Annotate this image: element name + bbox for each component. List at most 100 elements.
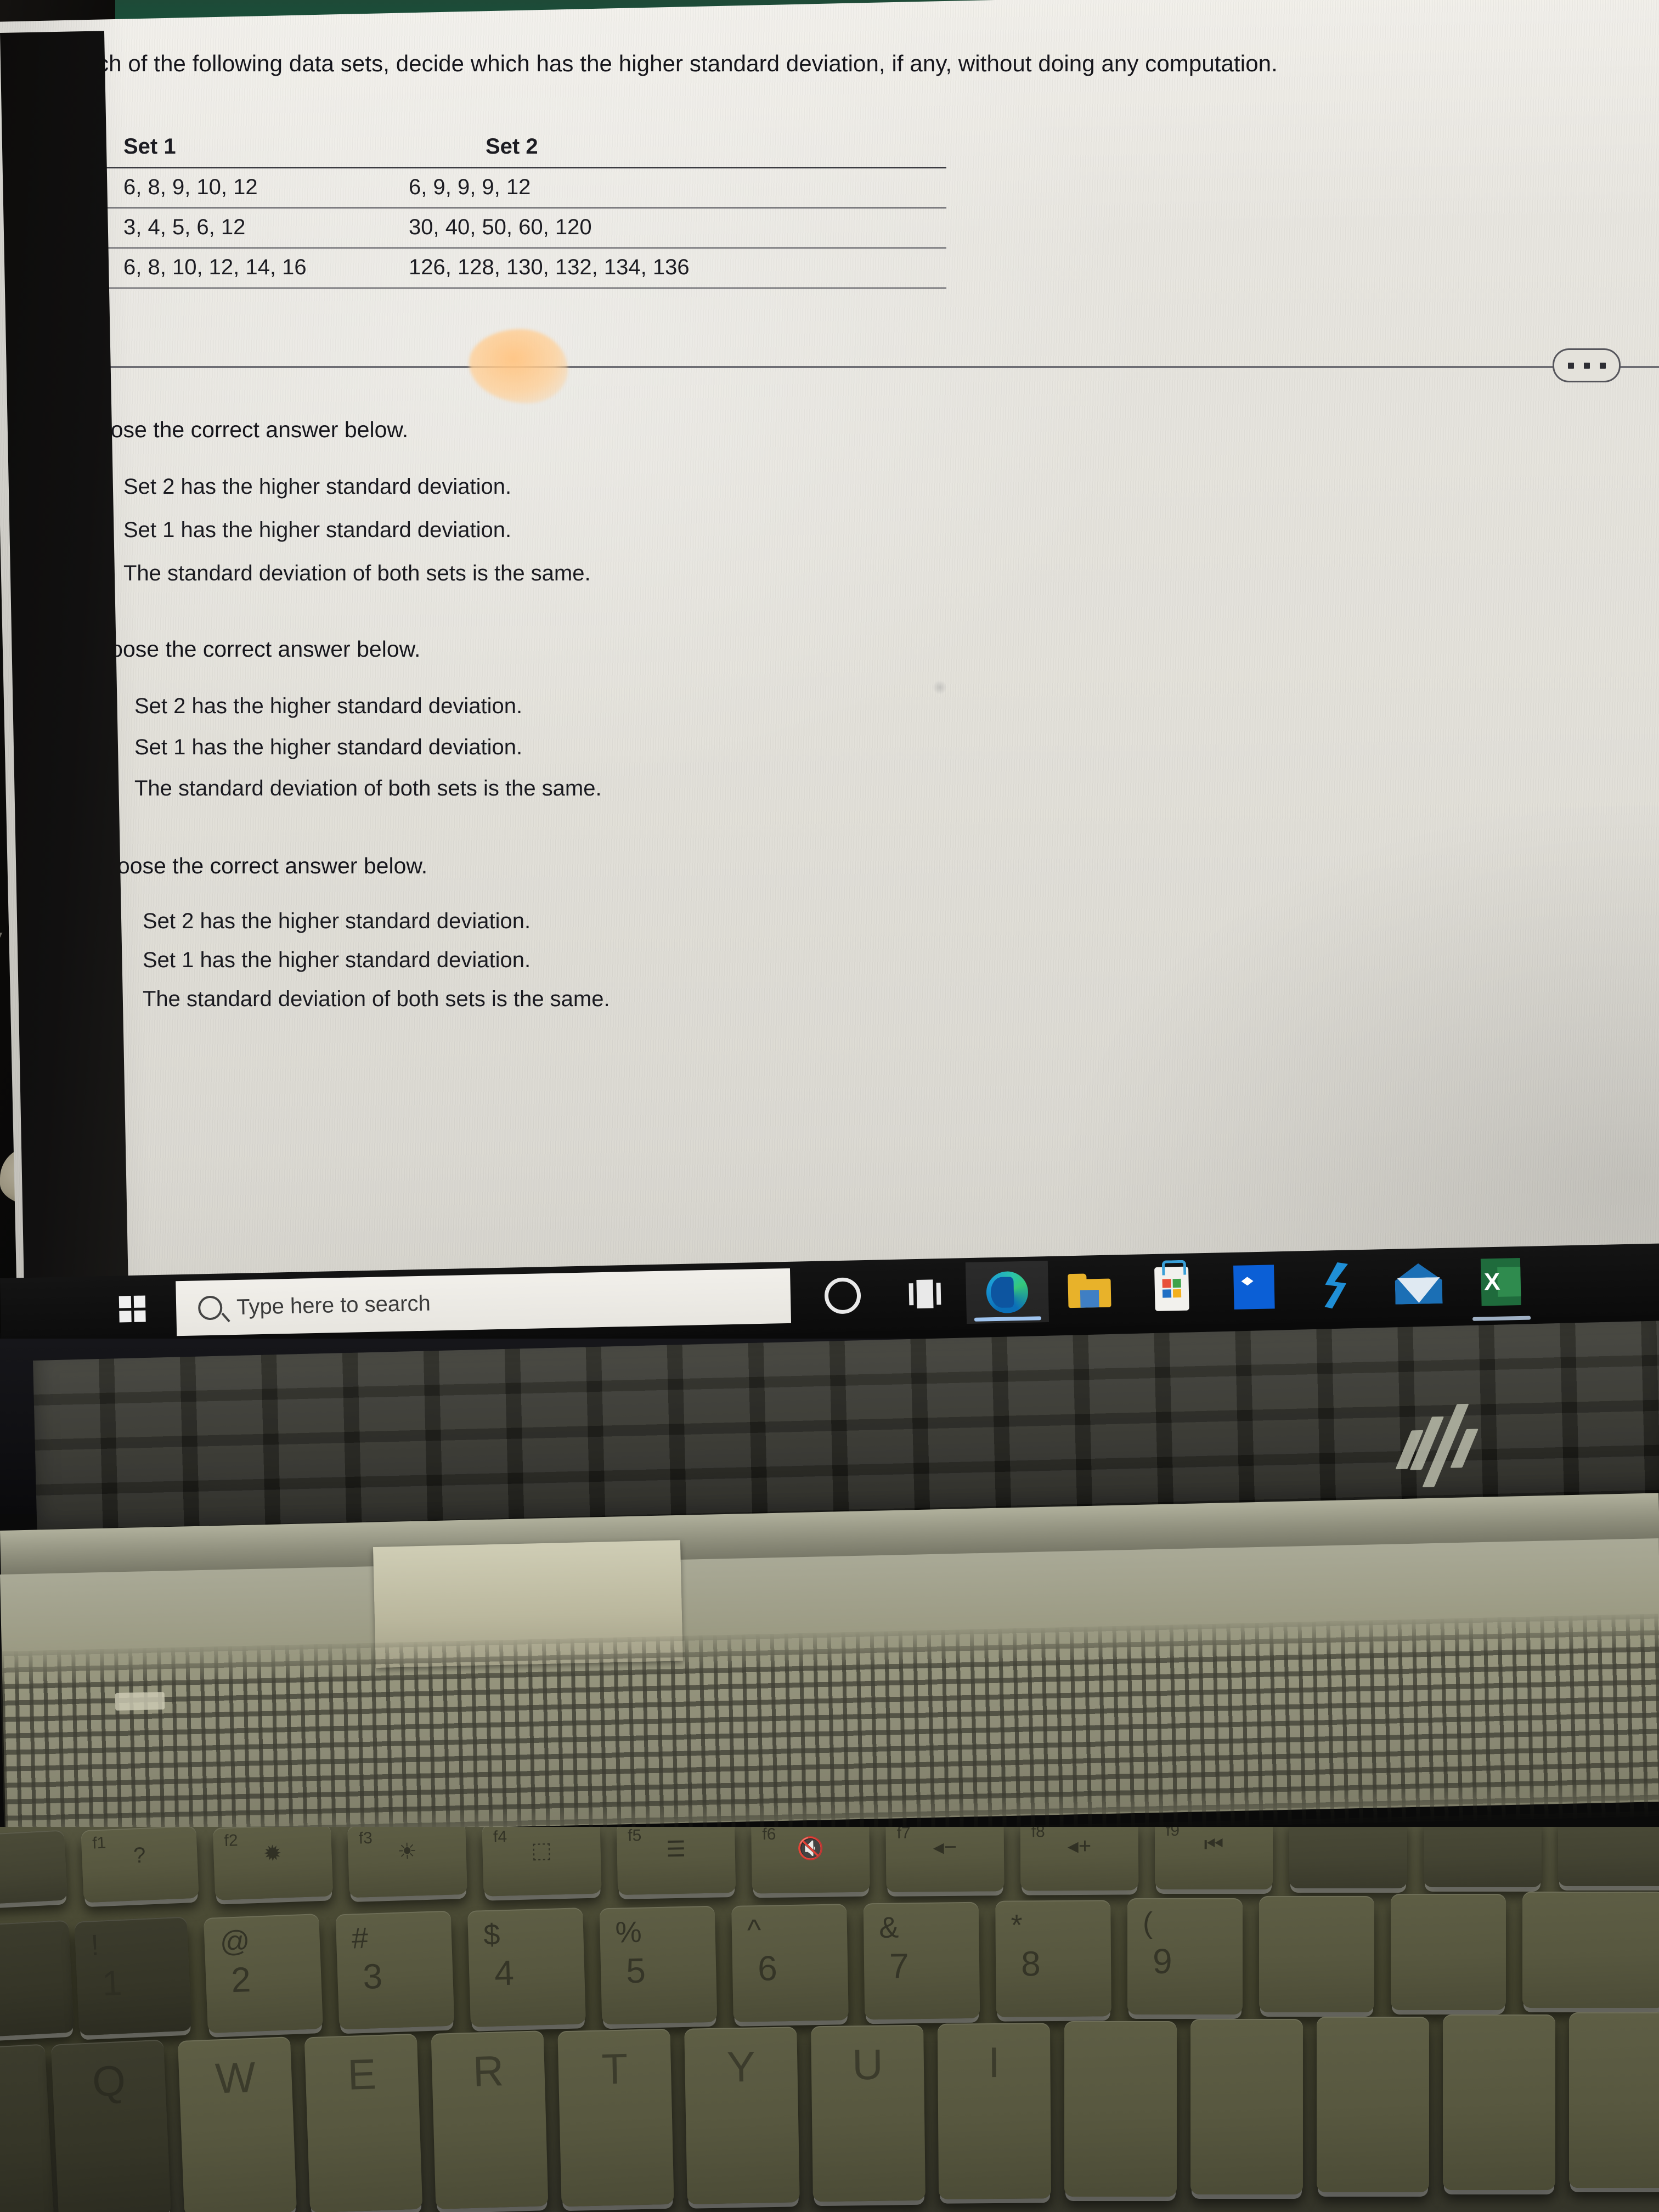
part-a-heading: (a) Choose the correct answer below. [36, 417, 1297, 443]
key-1[interactable]: ! 1 [74, 1916, 192, 2036]
option-b-a[interactable]: A. Set 2 has the higher standard deviati… [58, 694, 1308, 720]
key-u[interactable]: U [811, 2024, 926, 2202]
key-t[interactable]: T [557, 2028, 674, 2207]
microsoft-edge-button[interactable] [965, 1260, 1049, 1324]
key-bracket-right[interactable] [1443, 2015, 1555, 2190]
key-r[interactable]: R [431, 2030, 549, 2209]
key-9-upper: ( [1143, 1906, 1153, 1939]
cortana-button[interactable] [801, 1264, 884, 1327]
search-icon [198, 1295, 223, 1321]
part-c-text: Choose the correct answer below. [82, 853, 428, 878]
key-minus[interactable] [1391, 1894, 1506, 2010]
key-8[interactable]: * 8 [995, 1900, 1111, 2017]
laptop-keyboard: f1 ? f2 ✹ f3 ☀ f4 ⬚ f5 ☰ f6 🔇 f7 ◂− f8 ◂… [0, 1827, 1659, 2212]
skype-button[interactable] [1295, 1254, 1378, 1317]
key-q-label: Q [91, 2056, 127, 2106]
previous-track-icon: ⏮ [1204, 1832, 1224, 1857]
search-input[interactable]: Type here to search [176, 1268, 792, 1336]
key-f9[interactable]: f9 ⏮ [1155, 1827, 1273, 1889]
key-equals[interactable] [1522, 1892, 1659, 2008]
option-c-b[interactable]: B. Set 1 has the higher standard deviati… [66, 948, 1317, 974]
excel-letter: X [1483, 1268, 1500, 1296]
option-a-b[interactable]: B. Set 1 has the higher standard deviati… [47, 518, 1297, 544]
file-explorer-button[interactable] [1048, 1259, 1131, 1322]
option-b-b[interactable]: B. Set 1 has the higher standard deviati… [58, 735, 1308, 761]
option-label: Set 1 has the higher standard deviation. [143, 948, 531, 972]
key-7[interactable]: & 7 [863, 1901, 980, 2020]
key-7-lower: 7 [889, 1946, 910, 1986]
cortana-icon [824, 1277, 861, 1314]
photo-of-laptop-screen: For each of the following data sets, dec… [0, 0, 1659, 2212]
ellipsis-dot-1 [1567, 362, 1574, 369]
function-key[interactable] [0, 1830, 68, 1905]
ellipsis-dot-2 [1583, 362, 1590, 369]
option-label: Set 2 has the higher standard deviation. [143, 909, 531, 933]
key-5-upper: % [614, 1915, 642, 1949]
key-5[interactable]: % 5 [599, 1905, 718, 2025]
dropbox-button[interactable] [1212, 1256, 1296, 1319]
ellipsis-dot-3 [1599, 362, 1606, 369]
key-q[interactable]: Q [50, 2039, 172, 2212]
key-bracket-left[interactable] [1317, 2017, 1429, 2192]
function-key[interactable] [1424, 1827, 1542, 1887]
function-key[interactable] [1558, 1827, 1659, 1886]
key-tilde[interactable] [0, 1920, 75, 2039]
key-6[interactable]: ^ 6 [731, 1904, 849, 2022]
key-f5[interactable]: f5 ☰ [616, 1827, 736, 1895]
key-3-lower: 3 [362, 1956, 383, 1996]
key-4-upper: $ [483, 1918, 501, 1952]
excel-button[interactable]: X [1459, 1250, 1543, 1313]
skype-icon [1323, 1262, 1350, 1308]
key-f3[interactable]: f3 ☀ [347, 1827, 467, 1898]
taskbar-icons: X [801, 1250, 1543, 1327]
key-p[interactable] [1190, 2019, 1303, 2194]
key-f7[interactable]: f7 ◂− [885, 1827, 1005, 1892]
key-y[interactable]: Y [684, 2027, 800, 2204]
key-4[interactable]: $ 4 [467, 1908, 586, 2027]
start-button[interactable] [112, 1289, 151, 1328]
column-header-set2: Set 2 [486, 134, 538, 159]
key-tab[interactable] [0, 2044, 54, 2212]
key-r-label: R [472, 2046, 505, 2096]
option-b-c[interactable]: C. The standard deviation of both sets i… [58, 776, 1308, 802]
key-w-label: W [214, 2052, 257, 2103]
external-display-icon: ⬚ [531, 1838, 552, 1863]
question-prompt: For each of the following data sets, dec… [30, 50, 1278, 76]
microsoft-store-icon [1154, 1260, 1189, 1311]
key-f4[interactable]: f4 ⬚ [482, 1827, 602, 1897]
table-row: (c) 6, 8, 10, 12, 14, 16 126, 128, 130, … [47, 249, 946, 287]
option-a-a[interactable]: A. Set 2 has the higher standard deviati… [47, 475, 1297, 500]
key-w[interactable]: W [177, 2036, 297, 2212]
part-a-text: Choose the correct answer below. [63, 417, 409, 442]
row-b-set1-values: 3, 4, 5, 6, 12 [123, 215, 246, 239]
key-5-lower: 5 [625, 1950, 646, 1991]
mail-button[interactable] [1377, 1252, 1460, 1315]
key-o[interactable] [1064, 2021, 1177, 2197]
key-f6[interactable]: f6 🔇 [751, 1827, 870, 1894]
key-2[interactable]: @ 2 [204, 1914, 323, 2033]
option-c-c[interactable]: C. The standard deviation of both sets i… [66, 987, 1317, 1013]
task-view-button[interactable] [883, 1262, 967, 1325]
key-f8[interactable]: f8 ◂+ [1020, 1827, 1139, 1891]
key-f1[interactable]: f1 ? [81, 1827, 199, 1903]
key-e[interactable]: E [304, 2033, 423, 2212]
key-0[interactable] [1259, 1896, 1374, 2012]
dropbox-icon [1233, 1265, 1275, 1310]
ellipsis-expander-button[interactable] [1553, 348, 1621, 382]
option-a-c[interactable]: C. The standard deviation of both sets i… [47, 561, 1297, 587]
key-backslash[interactable] [1569, 2012, 1659, 2188]
key-i[interactable]: I [937, 2023, 1052, 2199]
row-a-set1-values: 6, 8, 9, 10, 12 [123, 175, 258, 199]
option-c-a[interactable]: A. Set 2 has the higher standard deviati… [66, 909, 1317, 935]
key-9[interactable]: ( 9 [1127, 1898, 1243, 2015]
function-key[interactable] [1289, 1827, 1407, 1888]
excel-icon: X [1480, 1257, 1521, 1306]
key-3[interactable]: # 3 [335, 1910, 455, 2030]
keyboard-backlight-icon: ☰ [665, 1837, 686, 1862]
option-label: Set 2 has the higher standard deviation. [123, 475, 512, 499]
key-6-upper: ^ [747, 1913, 761, 1947]
volume-down-icon: ◂− [933, 1835, 957, 1860]
column-header-set1: Set 1 [123, 134, 176, 159]
microsoft-store-button[interactable] [1130, 1257, 1214, 1321]
key-f2[interactable]: f2 ✹ [212, 1827, 334, 1900]
